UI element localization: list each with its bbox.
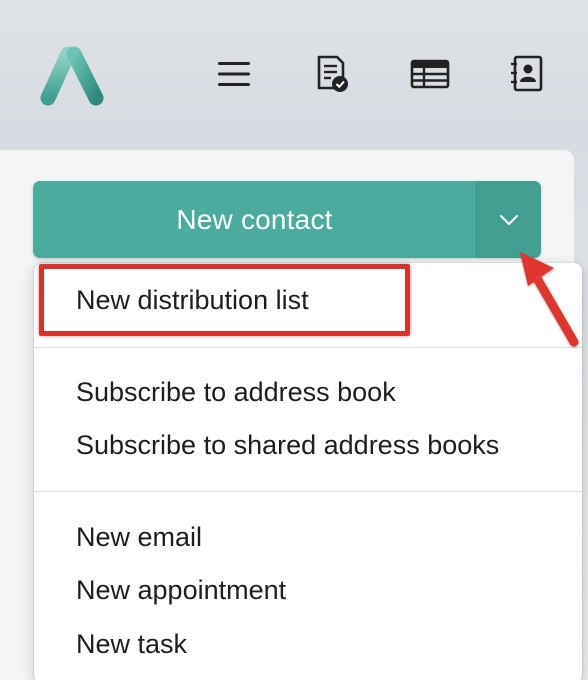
menu-divider (34, 491, 582, 492)
menu-item-subscribe-address-book[interactable]: Subscribe to address book (76, 377, 396, 408)
new-contact-split-button: New contact (33, 181, 541, 258)
screen: New contact New distribution list Subscr… (0, 0, 588, 680)
app-logo-icon (40, 46, 104, 106)
menu-item-new-task[interactable]: New task (76, 629, 187, 660)
menu-item-subscribe-shared-address-books[interactable]: Subscribe to shared address books (76, 430, 499, 461)
menu-item-new-email[interactable]: New email (76, 522, 202, 553)
menu-item-new-appointment[interactable]: New appointment (76, 575, 286, 606)
new-contact-dropdown-toggle[interactable] (476, 181, 541, 258)
table-icon[interactable] (408, 52, 452, 96)
address-book-icon[interactable] (505, 52, 549, 96)
menu-item-new-distribution-list[interactable]: New distribution list (76, 285, 309, 316)
tasks-icon[interactable] (309, 52, 353, 96)
menu-divider (34, 347, 582, 348)
top-bar (0, 0, 588, 150)
new-contact-dropdown-menu: New distribution list Subscribe to addre… (34, 263, 582, 680)
new-contact-button[interactable]: New contact (33, 181, 476, 258)
menu-icon[interactable] (212, 52, 256, 96)
chevron-down-icon (500, 214, 518, 225)
app-logo[interactable] (38, 42, 110, 106)
